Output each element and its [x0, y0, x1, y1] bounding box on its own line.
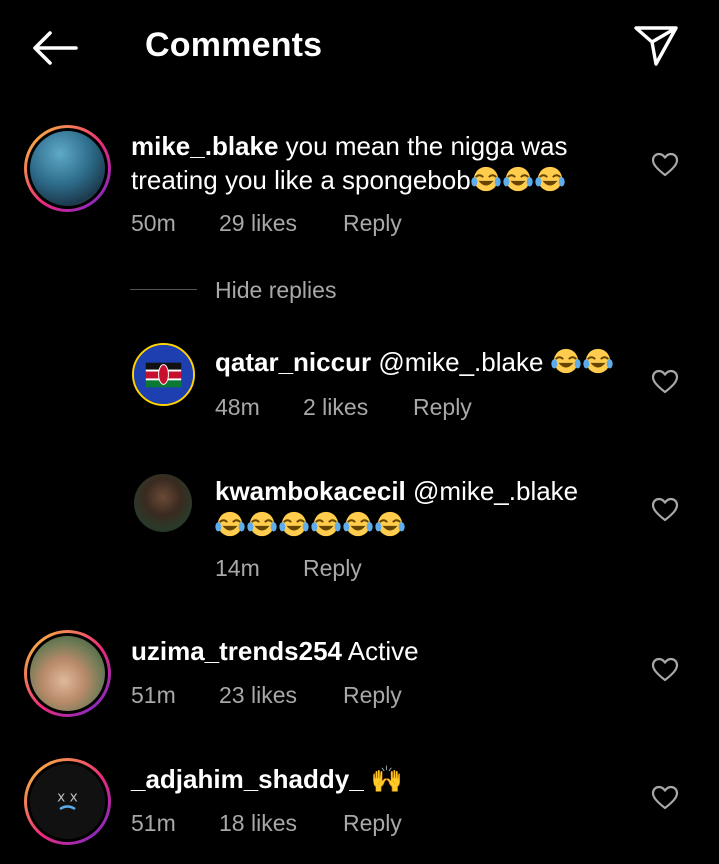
svg-text:x x: x x [57, 790, 78, 806]
comment-text: _adjahim_shaddy_ 🙌 [131, 762, 631, 797]
comment-time: 48m [215, 394, 260, 420]
reply-text: kwambokacecil @mike_.blake [215, 474, 635, 542]
comment-time: 51m [131, 810, 176, 836]
avatar[interactable]: x x [24, 758, 111, 845]
heart-icon[interactable] [651, 152, 679, 178]
avatar[interactable] [134, 474, 192, 532]
avatar[interactable] [132, 343, 195, 406]
reply-username[interactable]: kwambokacecil [215, 476, 406, 506]
likes-count[interactable]: 29 likes [219, 210, 297, 237]
page-title: Comments [145, 26, 323, 64]
comment-time: 51m [131, 682, 176, 708]
header-bar: Comments [0, 0, 719, 95]
likes-count[interactable]: 2 likes [303, 394, 368, 421]
heart-icon[interactable] [651, 657, 679, 683]
likes-count[interactable]: 23 likes [219, 682, 297, 709]
laugh-emoji-icon [215, 510, 407, 540]
avatar[interactable] [24, 125, 111, 212]
comment-text: uzima_trends254 Active [131, 636, 419, 666]
comment-username[interactable]: _adjahim_shaddy_ [131, 764, 364, 794]
reply-button[interactable]: Reply [343, 682, 402, 709]
comment-username[interactable]: uzima_trends254 [131, 636, 342, 666]
comment-time: 50m [131, 210, 176, 236]
comment-time: 14m [215, 555, 260, 581]
hide-replies-button[interactable]: Hide replies [215, 277, 336, 304]
reply-username[interactable]: qatar_niccur [215, 347, 371, 377]
heart-icon[interactable] [651, 497, 679, 523]
paper-plane-icon[interactable] [632, 22, 680, 68]
heart-icon[interactable] [651, 369, 679, 395]
laugh-emoji-icon [471, 165, 567, 195]
mention-link[interactable]: @mike_.blake [413, 476, 578, 506]
heart-icon[interactable] [651, 785, 679, 811]
reply-button[interactable]: Reply [303, 555, 362, 582]
comment-username[interactable]: mike_.blake [131, 131, 278, 161]
raising-hands-emoji-icon: 🙌 [370, 765, 404, 795]
laugh-emoji-icon [551, 347, 615, 377]
mention-link[interactable]: @mike_.blake [378, 347, 543, 377]
comment-text: mike_.blake you mean the nigga was treat… [131, 131, 568, 195]
reply-button[interactable]: Reply [343, 210, 402, 237]
reply-button[interactable]: Reply [343, 810, 402, 837]
arrow-left-icon[interactable] [30, 28, 80, 68]
reply-button[interactable]: Reply [413, 394, 472, 421]
divider [130, 289, 197, 290]
likes-count[interactable]: 18 likes [219, 810, 297, 837]
reply-text: qatar_niccur @mike_.blake [215, 345, 645, 379]
avatar[interactable] [24, 630, 111, 717]
